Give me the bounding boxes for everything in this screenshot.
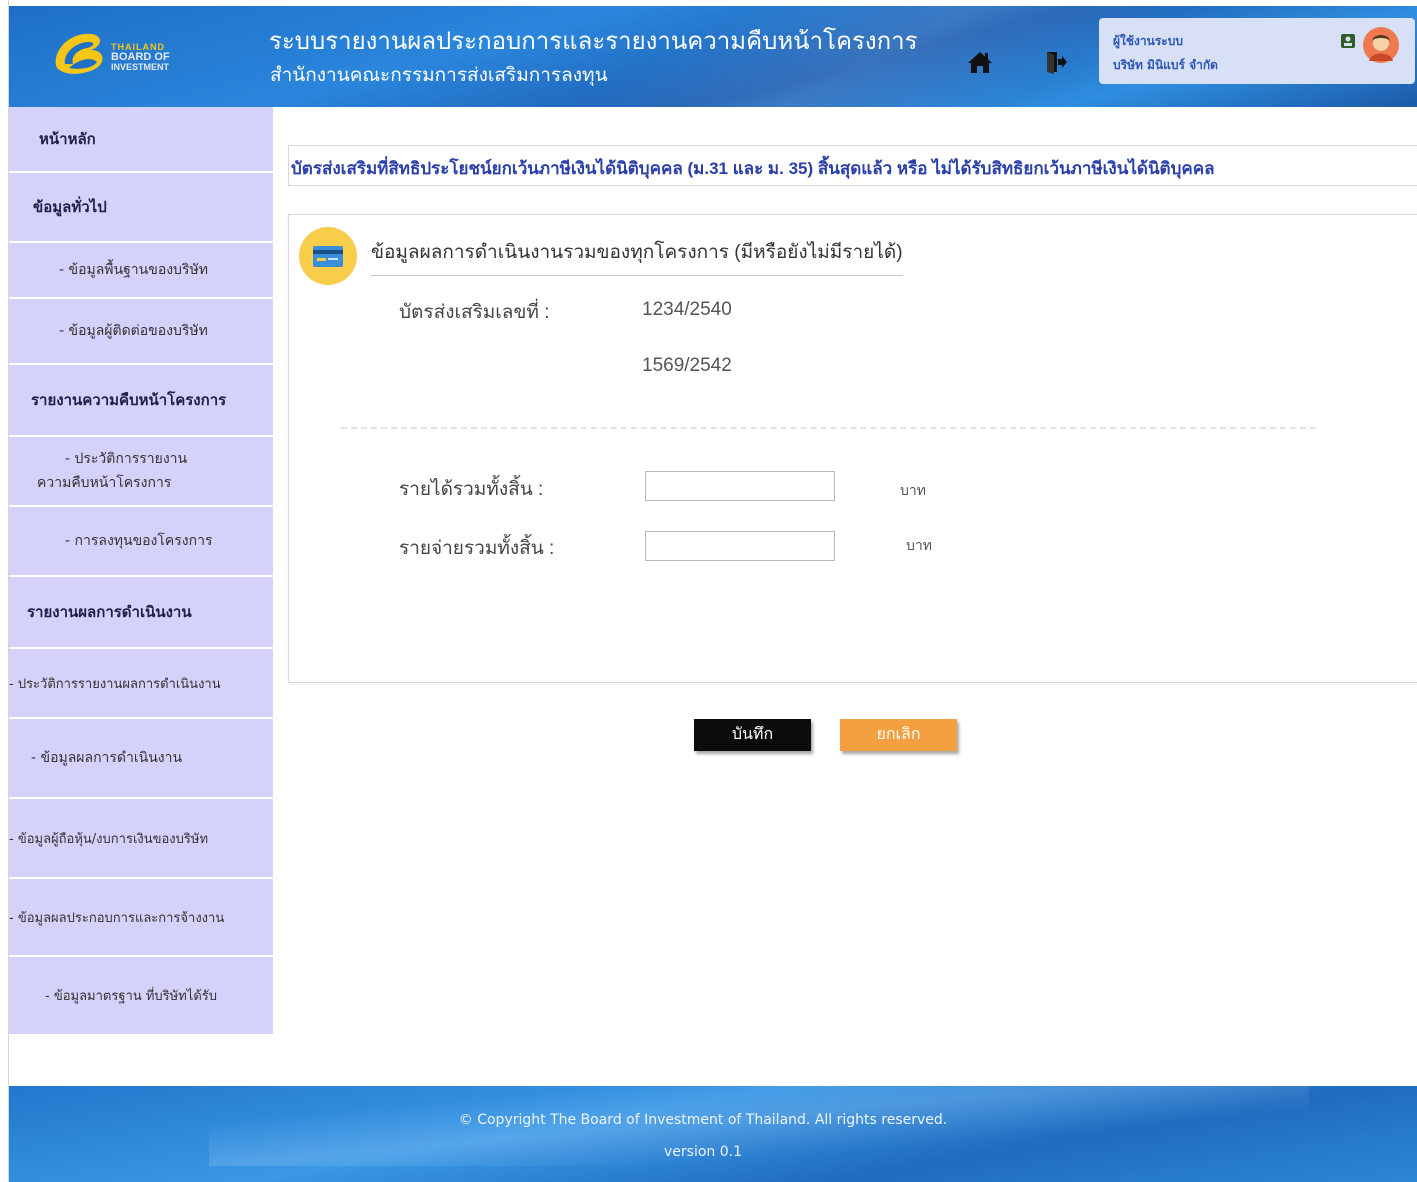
logout-icon [1047,52,1067,74]
page-left-edge [0,0,9,1182]
total-expense-input[interactable] [645,531,835,561]
sidebar-item-label: - ข้อมูลผลการดำเนินงาน [31,750,183,766]
section-title: ข้อมูลผลการดำเนินงานรวมของทุกโครงการ (มี… [371,237,903,276]
copyright-text: © Copyright The Board of Investment of T… [458,1112,948,1128]
sidebar-item-general-info[interactable]: ข้อมูลทั่วไป [9,173,273,243]
sidebar-item-label: - ข้อมูลมาตรฐาน ที่บริษัทได้รับ [45,989,217,1004]
sidebar-item-home[interactable]: หน้าหลัก [9,107,273,173]
user-role: ผู้ใช้งานระบบ [1113,34,1183,48]
cert-number-2: 1569/2542 [642,355,732,376]
cancel-button[interactable]: ยกเลิก [840,719,957,751]
sidebar-item-performance-history[interactable]: - ประวัติการรายงานผลการดำเนินงาน [9,649,273,719]
app-header: THAILAND BOARD OF INVESTMENT ระบบรายงานผ… [9,6,1417,107]
sidebar-item-performance-report[interactable]: รายงานผลการดำเนินงาน [9,577,273,649]
sidebar-item-operations-employment[interactable]: - ข้อมูลผลประกอบการและการจ้างงาน [9,879,273,957]
save-button[interactable]: บันทึก [694,719,811,751]
user-company: บริษัท มินิแบร์ จำกัด [1113,58,1218,72]
credit-card-icon [299,227,357,285]
sidebar-item-standards[interactable]: - ข้อมูลมาตรฐาน ที่บริษัทได้รับ [9,957,273,1034]
sidebar-item-company-basic-info[interactable]: - ข้อมูลพื้นฐานของบริษัท [9,243,273,299]
sidebar-item-label: - ข้อมูลผู้ติดต่อของบริษัท [59,323,208,339]
logo-text: THAILAND BOARD OF INVESTMENT [111,42,201,72]
app-title: ระบบรายงานผลประกอบการและรายงานความคืบหน้… [269,28,918,55]
home-icon [968,52,992,73]
app-subtitle: สำนักงานคณะกรรมการส่งเสริมการลงทุน [270,65,608,86]
logo-line-2: BOARD OF [111,51,170,63]
logo-line-3: INVESTMENT [111,62,170,72]
sidebar-item-shareholders-financials[interactable]: - ข้อมูลผู้ถือหุ้น/งบการเงินของบริษัท [9,799,273,879]
sidebar-item-label-line2: ความคืบหน้าโครงการ [37,475,172,491]
sidebar-item-label: รายงานผลการดำเนินงาน [27,603,192,621]
sidebar: หน้าหลัก ข้อมูลทั่วไป - ข้อมูลพื้นฐานของ… [9,107,273,1034]
sidebar-item-label: - การลงทุนของโครงการ [65,533,213,549]
home-button[interactable] [967,50,993,74]
sidebar-item-performance-data[interactable]: - ข้อมูลผลการดำเนินงาน [9,719,273,799]
sidebar-item-label: - ข้อมูลพื้นฐานของบริษัท [59,262,208,278]
total-expense-label: รายจ่ายรวมทั้งสิ้น : [399,538,555,559]
total-income-unit: บาท [900,483,926,499]
page-title: บัตรส่งเสริมที่สิทธิประโยชน์ยกเว้นภาษีเง… [291,159,1215,178]
sidebar-item-progress-history[interactable]: - ประวัติการรายงาน ความคืบหน้าโครงการ [9,437,273,507]
sidebar-item-company-contact[interactable]: - ข้อมูลผู้ติดต่อของบริษัท [9,299,273,365]
boi-logo-icon [55,33,103,74]
performance-panel: ข้อมูลผลการดำเนินงานรวมของทุกโครงการ (มี… [288,214,1417,683]
total-expense-unit: บาท [906,538,932,554]
version-text: version 0.1 [664,1144,742,1160]
section-divider [341,427,1316,429]
cert-number-label: บัตรส่งเสริมเลขที่ : [399,302,550,323]
sidebar-item-label: - ข้อมูลผู้ถือหุ้น/งบการเงินของบริษัท [9,831,209,847]
sidebar-item-label: - ข้อมูลผลประกอบการและการจ้างงาน [9,910,225,926]
sidebar-item-label: - ประวัติการรายงานผลการดำเนินงาน [9,676,221,692]
sidebar-item-label: ข้อมูลทั่วไป [33,198,107,216]
id-card-icon[interactable] [1341,34,1355,48]
total-income-input[interactable] [645,471,835,501]
sidebar-item-label: รายงานความคืบหน้าโครงการ [31,391,227,409]
cert-number-1: 1234/2540 [642,299,732,320]
total-income-label: รายได้รวมทั้งสิ้น : [399,479,544,500]
boi-logo[interactable]: THAILAND BOARD OF INVESTMENT [39,20,209,90]
sidebar-item-project-investment[interactable]: - การลงทุนของโครงการ [9,507,273,577]
sidebar-item-project-progress[interactable]: รายงานความคืบหน้าโครงการ [9,365,273,437]
sidebar-item-label: หน้าหลัก [39,130,96,148]
user-info-box: ผู้ใช้งานระบบ บริษัท มินิแบร์ จำกัด [1099,18,1415,84]
page-footer: © Copyright The Board of Investment of T… [9,1086,1417,1182]
logout-button[interactable] [1045,50,1067,74]
sidebar-item-label: - ประวัติการรายงาน [65,451,188,467]
user-avatar-icon[interactable] [1363,27,1399,63]
page-title-bar: บัตรส่งเสริมที่สิทธิประโยชน์ยกเว้นภาษีเง… [288,145,1417,186]
